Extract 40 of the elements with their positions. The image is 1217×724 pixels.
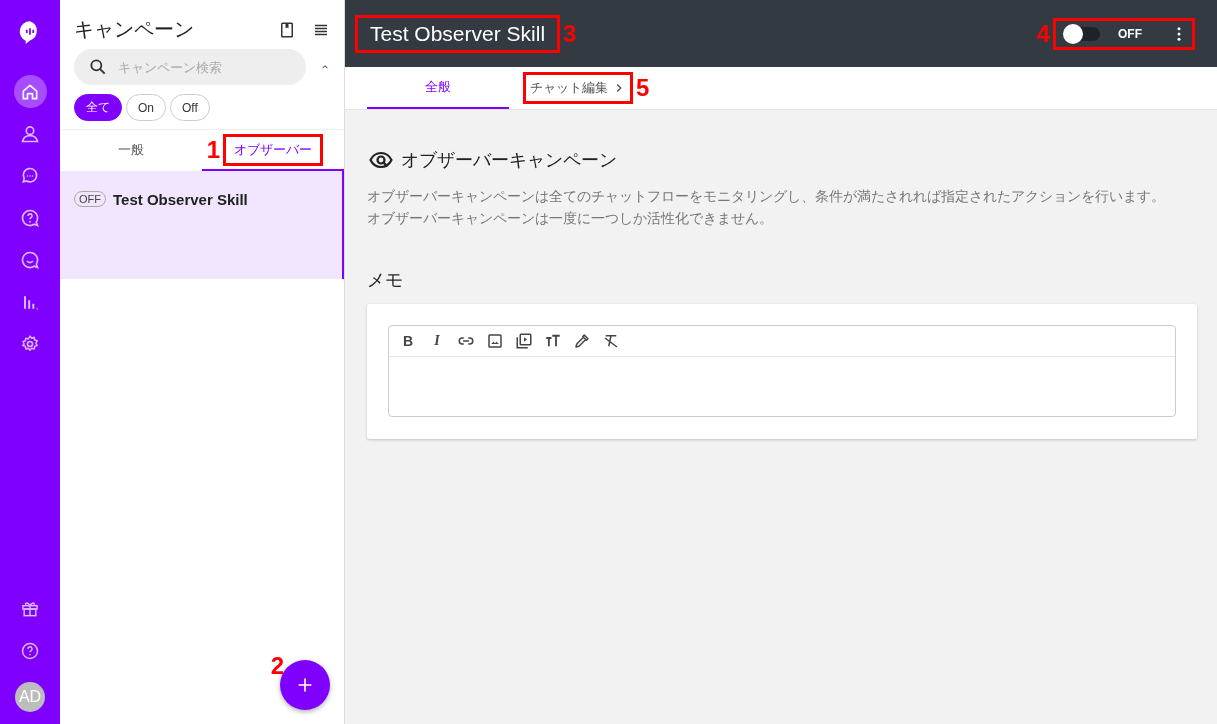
toggle-label: OFF bbox=[1118, 26, 1142, 41]
panel-title: キャンペーン bbox=[74, 17, 195, 42]
more-icon[interactable] bbox=[1176, 24, 1182, 43]
description-text: オブザーバーキャンペーンは一度に一つしか活性化できません。 bbox=[367, 210, 774, 228]
filter-chip[interactable]: Off bbox=[170, 94, 210, 121]
help-icon bbox=[20, 640, 40, 661]
toggle-switch[interactable] bbox=[1066, 26, 1100, 41]
description-text: オブザーバーキャンペーンは全てのチャットフローをモニタリングし、条件が満たされれば指定されたアクションを行います。 bbox=[367, 188, 1166, 206]
search-icon bbox=[88, 57, 108, 77]
bold-button[interactable]: B bbox=[399, 333, 417, 349]
home-nav-button[interactable] bbox=[13, 75, 47, 108]
callout-number: 2 bbox=[270, 652, 284, 680]
smile-bubble-icon bbox=[20, 249, 40, 270]
callout-number: 3 bbox=[563, 19, 577, 48]
page-title: Test Observer Skill bbox=[369, 21, 547, 46]
filter-chip[interactable]: On bbox=[126, 94, 166, 121]
book-icon[interactable] bbox=[278, 20, 296, 39]
image-icon[interactable] bbox=[486, 332, 504, 350]
italic-button[interactable]: I bbox=[428, 333, 446, 349]
tab[interactable]: チャット編集 bbox=[530, 79, 626, 97]
tab-label: 一般 bbox=[118, 140, 144, 159]
section-title: オブザーバーキャンペーン bbox=[401, 149, 617, 172]
tab[interactable]: 全般 bbox=[367, 67, 509, 109]
help-bubble-icon bbox=[20, 207, 40, 228]
gear-icon bbox=[20, 333, 40, 354]
video-icon[interactable] bbox=[515, 332, 533, 350]
memo-editor[interactable]: B I bbox=[388, 325, 1176, 417]
callout-number: 4 bbox=[1036, 19, 1050, 48]
clear-format-icon[interactable] bbox=[602, 332, 620, 350]
panel-tab[interactable]: 一般 bbox=[60, 130, 202, 171]
tab-label: オブザーバー bbox=[234, 140, 312, 159]
chat-icon bbox=[20, 165, 40, 186]
eyedropper-icon[interactable] bbox=[573, 332, 591, 350]
campaign-item[interactable]: OFF Test Observer Skill bbox=[60, 171, 344, 279]
filter-chip[interactable]: 全て bbox=[74, 94, 122, 121]
callout-number: 5 bbox=[636, 74, 650, 102]
memo-title: メモ bbox=[367, 269, 404, 292]
person-icon bbox=[20, 123, 40, 144]
callout-number: 1 bbox=[206, 135, 220, 164]
campaign-name: Test Observer Skill bbox=[113, 191, 248, 208]
